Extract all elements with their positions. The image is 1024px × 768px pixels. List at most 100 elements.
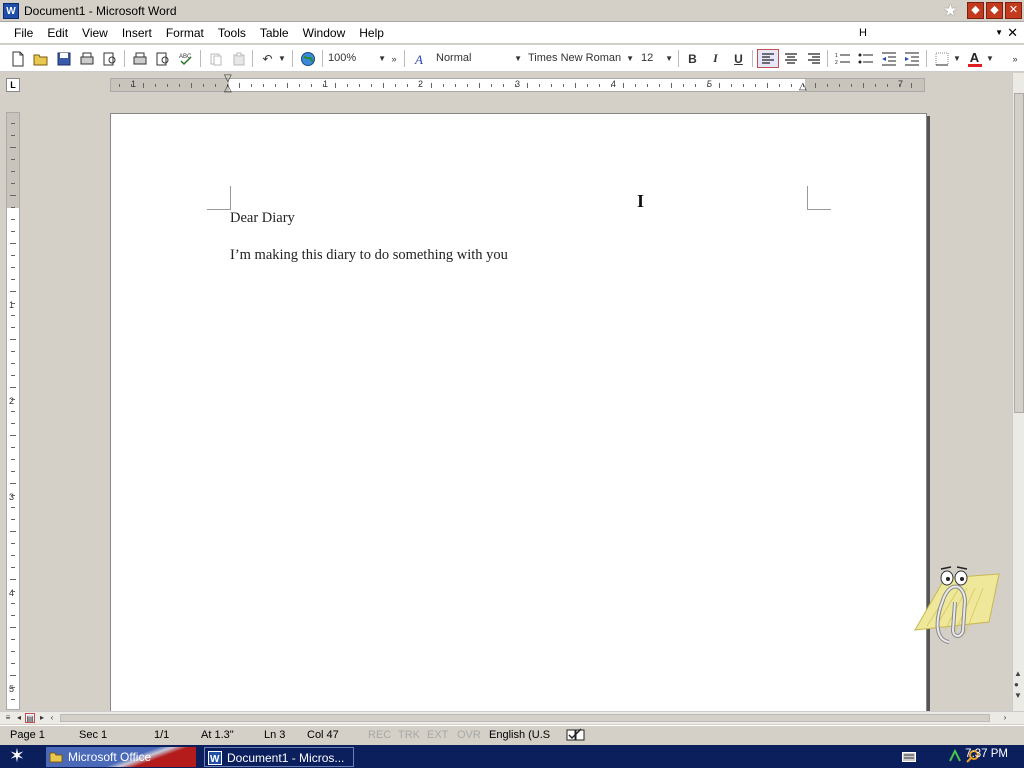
permission-icon[interactable] bbox=[77, 49, 96, 68]
ruler-tick bbox=[335, 83, 336, 88]
menu-file[interactable]: File bbox=[7, 26, 40, 40]
scroll-thumb[interactable] bbox=[1014, 93, 1024, 413]
taskbar-item-office[interactable]: Microsoft Office bbox=[46, 747, 196, 767]
restore-icon[interactable]: ◆ bbox=[986, 2, 1003, 19]
document-line[interactable]: I’m making this diary to do something wi… bbox=[230, 247, 508, 264]
zoom-combo[interactable]: 100% ▼ bbox=[328, 50, 386, 67]
chevron-down-icon[interactable]: ▼ bbox=[626, 50, 634, 67]
italic-button[interactable]: I bbox=[706, 49, 725, 68]
size-combo[interactable]: 12 ▼ bbox=[641, 50, 673, 67]
svg-text:2: 2 bbox=[835, 60, 838, 66]
font-color-dropdown-icon[interactable]: ▼ bbox=[985, 49, 995, 68]
web-layout-icon[interactable]: ◂ bbox=[14, 713, 24, 723]
save-icon[interactable] bbox=[54, 49, 73, 68]
right-indent-marker[interactable]: △ bbox=[799, 81, 807, 92]
borders-icon[interactable] bbox=[932, 49, 951, 68]
new-doc-icon[interactable] bbox=[8, 49, 27, 68]
bold-button[interactable]: B bbox=[683, 49, 702, 68]
taskbar-item-word[interactable]: W Document1 - Micros... bbox=[204, 747, 354, 767]
undo-dropdown-icon[interactable]: ▼ bbox=[277, 49, 287, 68]
ruler-tick bbox=[695, 84, 696, 87]
minimize-icon[interactable]: ◆ bbox=[967, 2, 984, 19]
spelling-status-icon[interactable] bbox=[566, 728, 586, 745]
ruler-tick bbox=[10, 675, 16, 676]
ruler-tick bbox=[11, 375, 15, 376]
reading-layout-icon[interactable]: ▸ bbox=[37, 713, 47, 723]
menu-help[interactable]: Help bbox=[352, 26, 391, 40]
office-assistant-icon[interactable] bbox=[905, 560, 1001, 648]
svg-text:W: W bbox=[210, 754, 220, 765]
network-icon[interactable] bbox=[948, 749, 962, 763]
bullets-icon[interactable] bbox=[856, 49, 875, 68]
style-combo[interactable]: Normal ▼ bbox=[436, 50, 522, 67]
hanging-indent-marker[interactable]: △ bbox=[224, 83, 232, 94]
normal-view-icon[interactable]: ≡ bbox=[3, 713, 13, 723]
close-icon[interactable]: ✕ bbox=[1005, 2, 1022, 19]
chevron-down-icon[interactable]: ▼ bbox=[514, 50, 522, 67]
decrease-indent-icon[interactable] bbox=[879, 49, 898, 68]
document-page[interactable]: Dear Diary I’m making this diary to do s… bbox=[110, 113, 927, 711]
menu-format[interactable]: Format bbox=[159, 26, 211, 40]
menu-view[interactable]: View bbox=[75, 26, 115, 40]
center-icon[interactable] bbox=[781, 49, 800, 68]
word-icon[interactable]: W bbox=[3, 2, 19, 19]
align-right-icon[interactable] bbox=[804, 49, 823, 68]
undo-icon[interactable]: ↶ bbox=[258, 49, 277, 68]
scroll-left-icon[interactable]: ‹ bbox=[47, 713, 57, 723]
status-ovr[interactable]: OVR bbox=[457, 729, 481, 741]
ruler-tick bbox=[11, 159, 15, 160]
print-layout-icon[interactable]: ▤ bbox=[25, 713, 35, 723]
vertical-scrollbar[interactable]: ▲ ● ▼ bbox=[1012, 73, 1024, 711]
menu-tools[interactable]: Tools bbox=[211, 26, 253, 40]
chevron-down-icon[interactable]: ▼ bbox=[995, 25, 1003, 41]
menu-insert[interactable]: Insert bbox=[115, 26, 159, 40]
vertical-ruler[interactable]: 1 2 3 4 5 bbox=[6, 112, 20, 710]
next-page-icon[interactable]: ▼ bbox=[1014, 691, 1022, 700]
word-icon: W bbox=[208, 751, 222, 765]
toolbar-more-icon[interactable]: » bbox=[1010, 49, 1020, 68]
chevron-down-icon[interactable]: ▼ bbox=[378, 50, 386, 67]
web-icon[interactable] bbox=[298, 49, 317, 68]
borders-dropdown-icon[interactable]: ▼ bbox=[952, 49, 962, 68]
print-preview-2-icon[interactable] bbox=[153, 49, 172, 68]
numbering-icon[interactable]: 12 bbox=[833, 49, 852, 68]
ask-question-box[interactable]: H ▼ bbox=[855, 25, 1005, 42]
toolbar-options-icon[interactable]: » bbox=[389, 49, 399, 68]
align-left-icon[interactable] bbox=[757, 49, 779, 68]
previous-page-icon[interactable]: ▲ bbox=[1014, 669, 1022, 678]
menu-window[interactable]: Window bbox=[296, 26, 353, 40]
spelling-icon[interactable]: ABC bbox=[176, 49, 195, 68]
copy-icon[interactable] bbox=[229, 49, 248, 68]
document-close-icon[interactable]: ✕ bbox=[1007, 25, 1018, 41]
open-icon[interactable] bbox=[31, 49, 50, 68]
status-ext[interactable]: EXT bbox=[427, 729, 448, 741]
cut-icon[interactable] bbox=[206, 49, 225, 68]
scroll-right-icon[interactable]: › bbox=[1000, 713, 1010, 723]
start-icon[interactable]: ✶ bbox=[4, 746, 30, 767]
font-combo[interactable]: Times New Roman ▼ bbox=[528, 50, 634, 67]
underline-button[interactable]: U bbox=[729, 49, 748, 68]
status-page: Page 1 bbox=[10, 729, 45, 741]
status-rec[interactable]: REC bbox=[368, 729, 391, 741]
keyboard-icon[interactable] bbox=[902, 752, 916, 762]
menu-edit[interactable]: Edit bbox=[40, 26, 75, 40]
select-browse-object-icon[interactable]: ● bbox=[1014, 680, 1019, 689]
print-icon[interactable] bbox=[130, 49, 149, 68]
horizontal-scrollbar[interactable] bbox=[60, 714, 990, 722]
menu-table[interactable]: Table bbox=[253, 26, 296, 40]
tab-selector[interactable]: L bbox=[6, 78, 20, 92]
ruler-tick bbox=[143, 83, 144, 88]
chevron-down-icon[interactable]: ▼ bbox=[665, 50, 673, 67]
ruler-tick bbox=[371, 84, 372, 87]
font-color-icon[interactable]: A bbox=[965, 49, 984, 68]
document-line[interactable]: Dear Diary bbox=[230, 210, 295, 227]
font-value: Times New Roman bbox=[528, 52, 622, 64]
ruler-tick bbox=[11, 615, 15, 616]
styles-icon[interactable]: A bbox=[412, 49, 431, 68]
increase-indent-icon[interactable] bbox=[902, 49, 921, 68]
status-trk[interactable]: TRK bbox=[398, 729, 420, 741]
print-preview-icon[interactable] bbox=[100, 49, 119, 68]
ruler-tick bbox=[407, 84, 408, 87]
document-area[interactable]: Dear Diary I’m making this diary to do s… bbox=[26, 97, 1012, 711]
ruler-tick bbox=[155, 84, 156, 87]
